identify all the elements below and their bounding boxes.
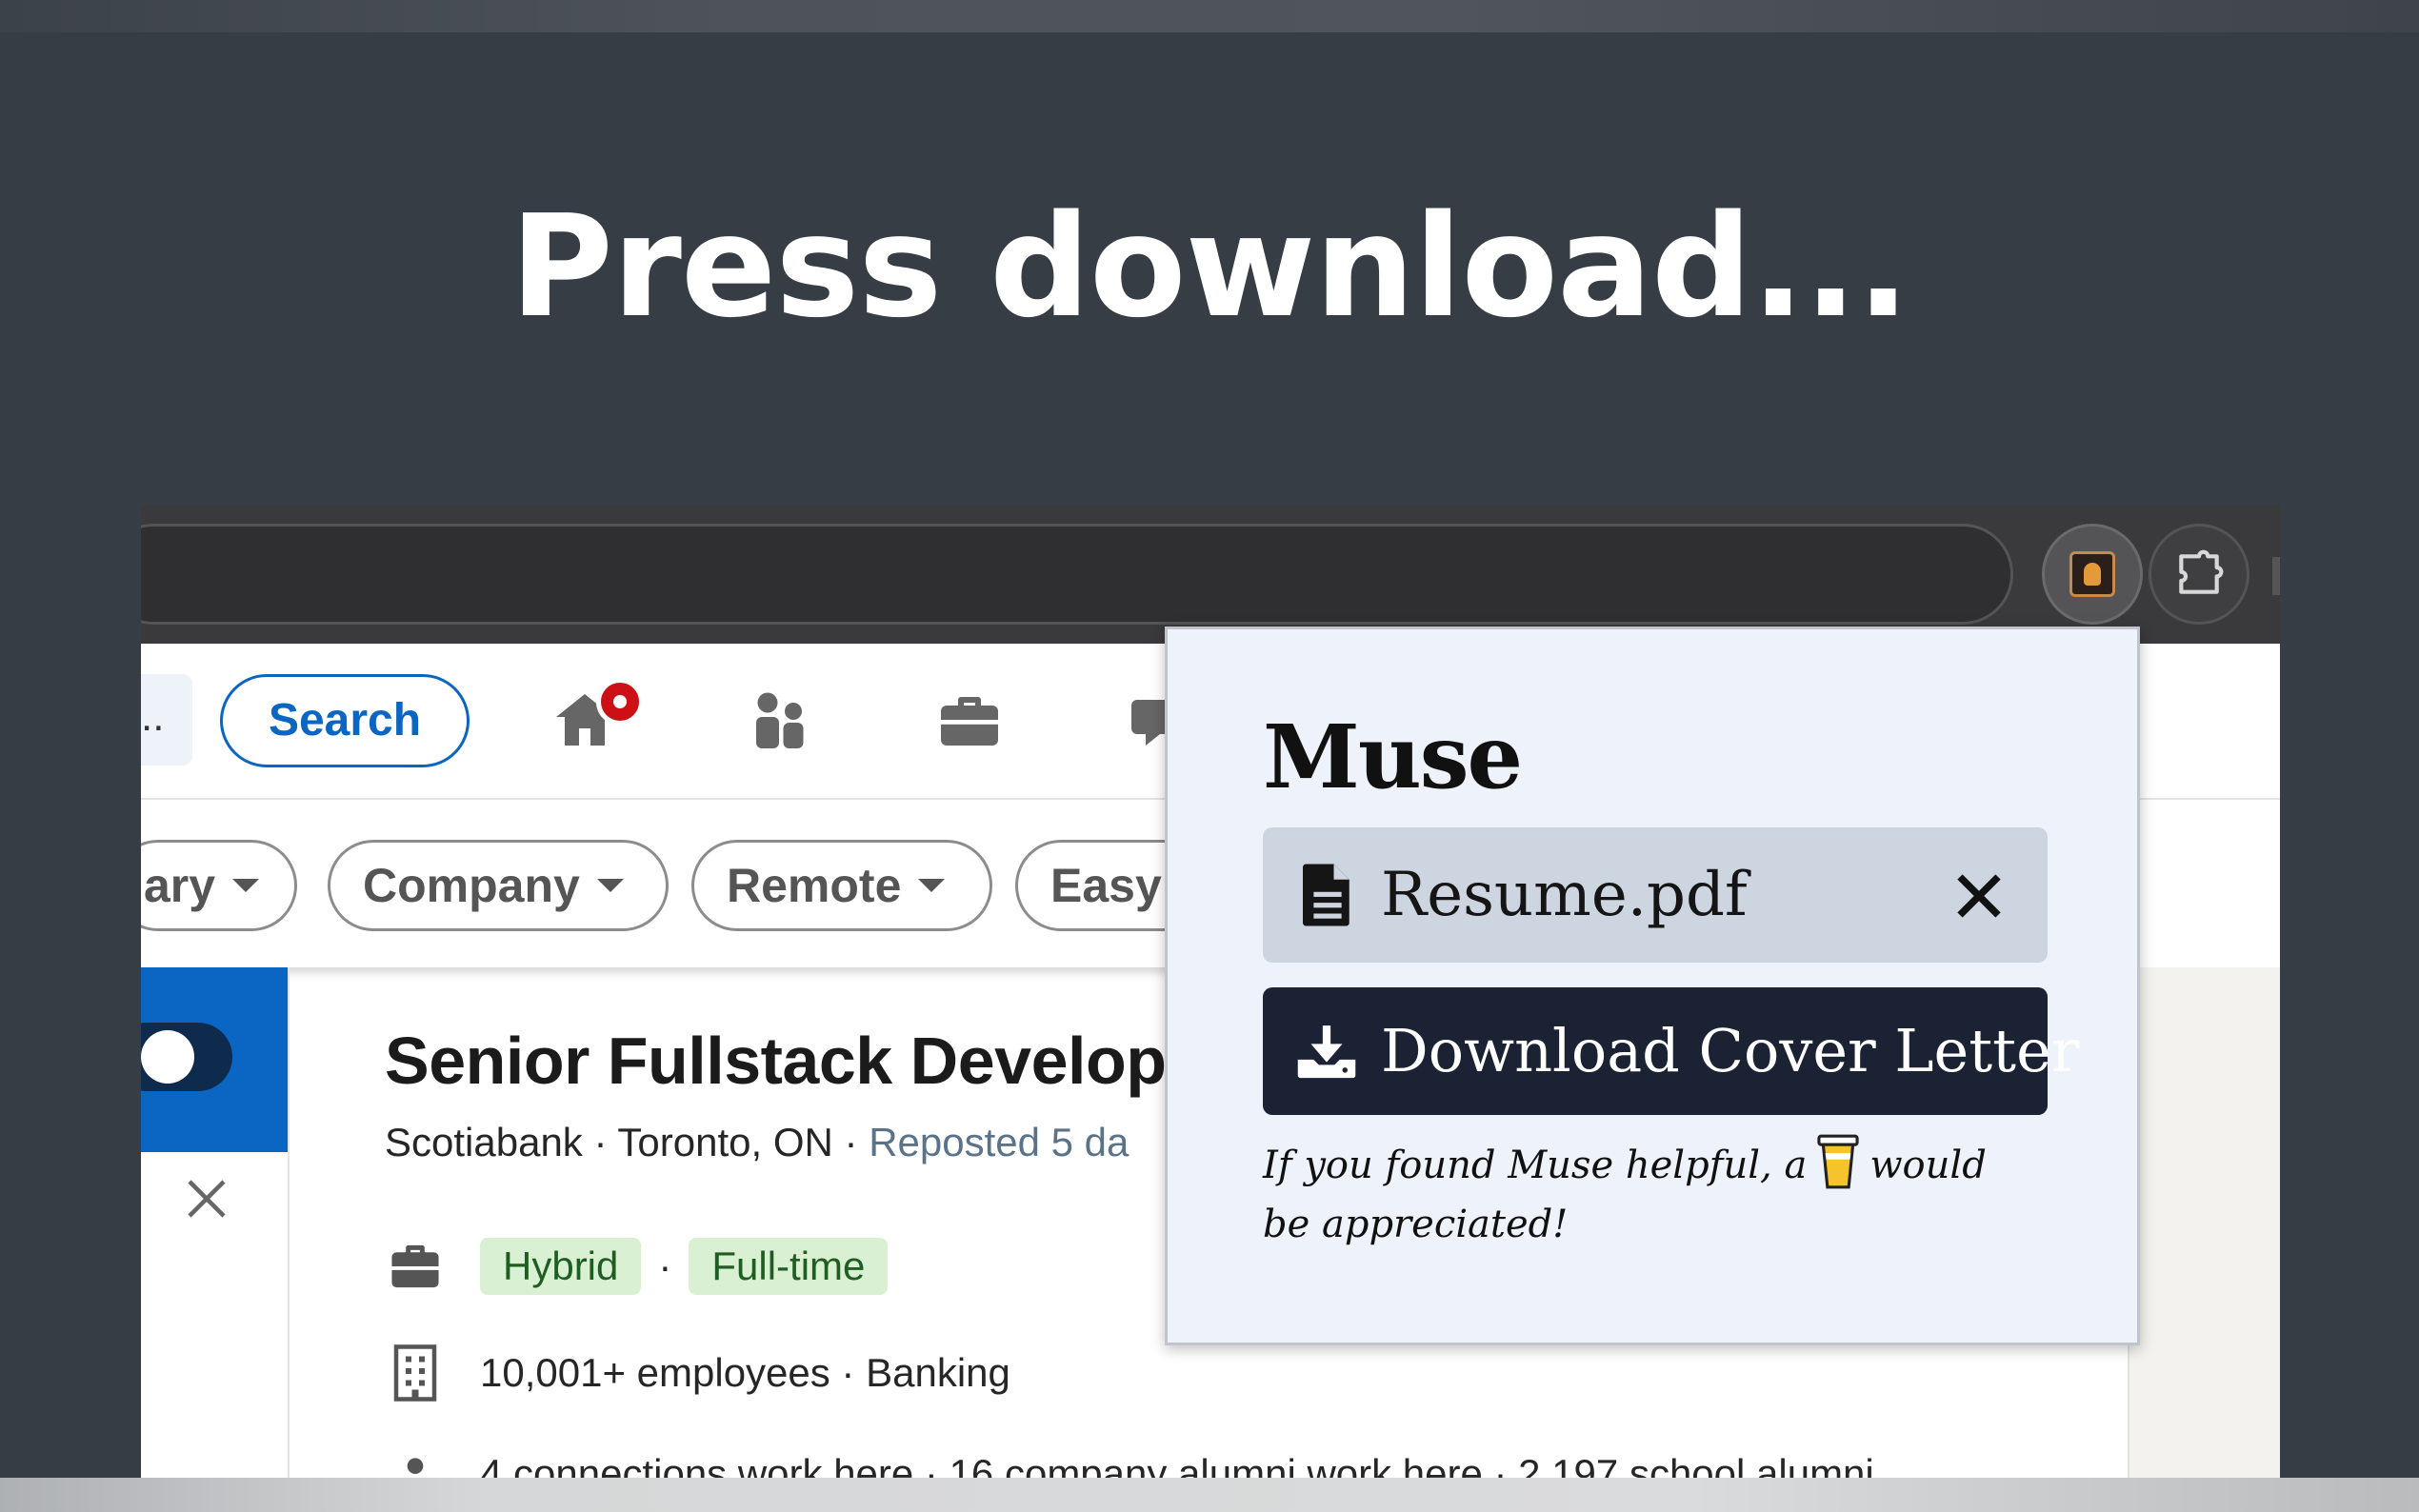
toolbar-edge (2272, 557, 2280, 595)
top-strip (0, 0, 2419, 32)
popup-title: Muse (1263, 706, 1523, 808)
download-icon (1297, 1025, 1356, 1079)
separator: · (658, 1243, 672, 1288)
filter-company[interactable]: Company (328, 840, 669, 931)
reposted-time: Reposted 5 da (869, 1120, 1130, 1164)
download-label: Download Cover Letter (1381, 1016, 2080, 1085)
extensions-button[interactable] (2149, 524, 2249, 625)
filter-salary[interactable]: ary (141, 840, 297, 931)
puzzle-icon (2179, 549, 2224, 594)
job-title[interactable]: Senior Fullstack Develop (385, 1023, 1167, 1099)
building-icon (393, 1344, 437, 1402)
filter-label: Company (363, 859, 580, 912)
browser-toolbar (141, 505, 2280, 644)
briefcase-icon (391, 1244, 439, 1288)
search-button[interactable]: Search (220, 674, 470, 767)
company-name[interactable]: Scotiabank (385, 1120, 583, 1164)
my-network-icon[interactable] (745, 686, 813, 754)
notification-badge (596, 678, 644, 726)
workplace-tag: Hybrid (480, 1238, 642, 1295)
job-alert-panel (141, 967, 288, 1152)
chevron-down-icon (918, 879, 946, 892)
employment-type-tag: Full-time (689, 1238, 889, 1295)
filter-label: Remote (727, 859, 902, 912)
uploaded-file: Resume.pdf (1263, 827, 2048, 963)
separator: · (844, 1120, 858, 1164)
right-rail (2129, 967, 2280, 1478)
job-alert-toggle[interactable] (141, 1023, 232, 1091)
company-info: 10,001+ employees · Banking (480, 1350, 1010, 1395)
job-type-row: Hybrid · Full-time (385, 1238, 889, 1295)
coffee-cup-icon[interactable] (1816, 1134, 1860, 1189)
separator: · (593, 1120, 608, 1164)
close-icon[interactable] (1950, 867, 2008, 925)
filter-remote[interactable]: Remote (691, 840, 992, 931)
download-cover-letter-button[interactable]: Download Cover Letter (1263, 987, 2079, 1115)
support-message: If you found Muse helpful, a would be ap… (1263, 1134, 2025, 1254)
connections-info[interactable]: 4 connections work here · 16 company alu… (480, 1451, 1874, 1478)
file-icon (1303, 864, 1349, 926)
support-text: If you found Muse helpful, a (1263, 1144, 1808, 1187)
connections-row: 4 connections work here · 16 company alu… (385, 1445, 1874, 1478)
company-info-row: 10,001+ employees · Banking (385, 1344, 1010, 1402)
job-subtitle: Scotiabank · Toronto, ON · Reposted 5 da (385, 1120, 1129, 1165)
address-bar[interactable] (141, 524, 2013, 625)
close-icon[interactable] (181, 1173, 232, 1224)
muse-icon (2069, 551, 2115, 597)
chevron-down-icon (232, 879, 260, 892)
muse-popup: Muse Resume.pdf Download Cover Letter If… (1165, 627, 2140, 1345)
divider (288, 967, 290, 1478)
search-input[interactable]: .. (141, 674, 192, 766)
bottom-strip (0, 1478, 2419, 1512)
muse-extension-button[interactable] (2042, 524, 2143, 625)
job-location: Toronto, ON (617, 1120, 833, 1164)
chevron-down-icon (596, 879, 624, 892)
headline: Press download... (510, 185, 1909, 348)
filter-label: Easy (1050, 859, 1162, 912)
filter-label: ary (144, 859, 216, 912)
file-name: Resume.pdf (1381, 860, 1748, 930)
jobs-icon[interactable] (935, 686, 1004, 754)
connections-icon (407, 1458, 424, 1474)
